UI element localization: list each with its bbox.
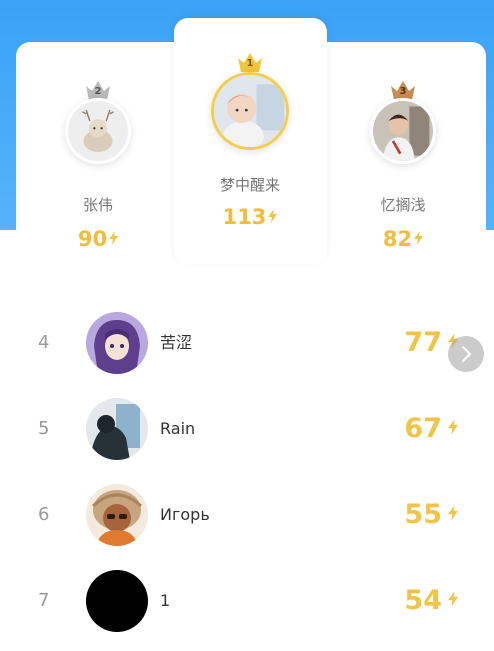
lightning-bolt-icon [268, 209, 278, 223]
podium-second[interactable]: 2 张伟 90 [58, 78, 138, 251]
list-item[interactable]: 7 1 54 [0, 558, 494, 644]
rank-number: 4 [38, 332, 50, 353]
rank-number: 6 [38, 504, 50, 525]
user-name: Игорь [160, 505, 210, 524]
user-score: 67 [404, 386, 458, 472]
avatar [65, 98, 131, 164]
podium-first[interactable]: 1 梦中醒来 113 [200, 48, 300, 229]
lightning-bolt-icon [448, 591, 458, 607]
avatar [86, 398, 148, 460]
crown-rank: 3 [399, 86, 407, 97]
user-name: 1 [160, 591, 171, 610]
user-score: 55 [404, 472, 458, 558]
rank-number: 7 [38, 590, 50, 611]
podium-score: 113 [200, 205, 300, 229]
lightning-bolt-icon [448, 419, 458, 435]
list-item[interactable]: 4 苦涩 77 [0, 300, 494, 386]
list-item[interactable]: 6 Игорь 55 [0, 472, 494, 558]
user-name: Rain [160, 419, 196, 438]
avatar [86, 312, 148, 374]
lightning-bolt-icon [109, 231, 119, 245]
chevron-right-icon[interactable] [448, 336, 484, 372]
avatar [86, 484, 148, 546]
podium-name: 张伟 [82, 196, 113, 214]
avatar [370, 98, 436, 164]
podium-third[interactable]: 3 忆搁浅 82 [363, 78, 443, 251]
crown-rank: 1 [246, 58, 254, 69]
podium-score: 82 [363, 227, 443, 251]
crown-icon: 1 [236, 50, 264, 74]
podium-name: 梦中醒来 [219, 176, 280, 194]
user-score: 54 [404, 558, 458, 644]
podium-name: 忆搁浅 [380, 196, 426, 214]
list-item[interactable]: 5 Rain 67 [0, 386, 494, 472]
user-name: 苦涩 [160, 333, 193, 352]
avatar [86, 570, 148, 632]
avatar [211, 72, 289, 150]
crown-rank: 2 [94, 86, 102, 97]
lightning-bolt-icon [448, 505, 458, 521]
podium-score: 90 [58, 227, 138, 251]
lightning-bolt-icon [414, 231, 424, 245]
rank-number: 5 [38, 418, 50, 439]
